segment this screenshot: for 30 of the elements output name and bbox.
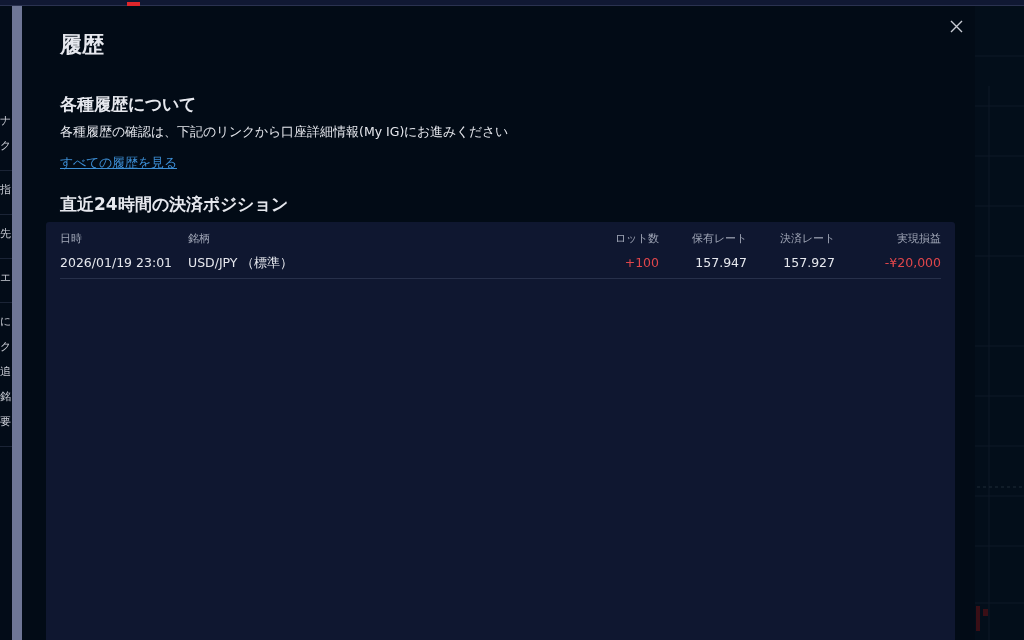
scrollbar[interactable] [12, 6, 22, 640]
menu-label[interactable]: 銘 [0, 384, 12, 409]
table-cell-text: 157.947 [694, 254, 747, 273]
menu-label[interactable]: に [0, 309, 12, 334]
dialog-title: 履歴 [60, 32, 105, 59]
menu-label[interactable]: ク [0, 133, 12, 158]
column-header: 銘柄 [188, 230, 211, 247]
menu-label[interactable]: ナ [0, 108, 12, 133]
menu-label[interactable]: 先 [0, 221, 12, 246]
description-text: 各種履歴の確認は、下記のリンクから口座詳細情報(My IG)にお進みください [60, 122, 510, 141]
menu-label[interactable]: 追 [0, 359, 12, 384]
column-header: 決済レート [779, 230, 835, 247]
column-header: 実現損益 [896, 230, 941, 247]
table-cell-text: 157.927 [782, 254, 835, 273]
menu-label[interactable]: 要 [0, 409, 12, 434]
table-cell-text: USD/JPY （標準） [188, 254, 295, 273]
table-cell-text: -¥20,000 [883, 254, 941, 273]
section-heading: 直近24時間の決済ポジション [60, 193, 289, 214]
menu-label[interactable]: エ [0, 265, 12, 290]
column-header: 保有レート [691, 230, 747, 247]
section-heading: 各種履歴について [60, 94, 197, 115]
table-cell-text: 2026/01/19 23:01 [60, 254, 174, 273]
menu-label[interactable]: 指 [0, 177, 12, 202]
column-header: ロット数 [614, 230, 659, 247]
all-history-link[interactable]: すべての履歴を見る [60, 154, 177, 170]
active-indicator [127, 2, 140, 6]
menu-label[interactable]: ク [0, 334, 12, 359]
close-icon[interactable] [948, 18, 965, 35]
column-header: 日時 [60, 230, 83, 247]
table-cell-text: +100 [623, 254, 659, 273]
